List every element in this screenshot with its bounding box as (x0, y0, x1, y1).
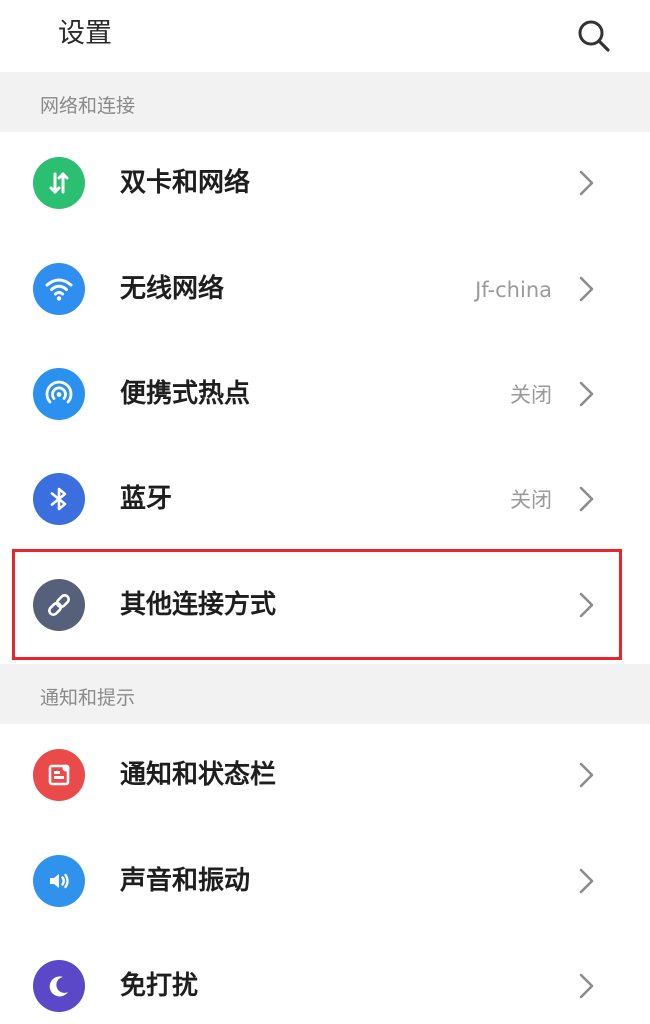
search-button[interactable] (572, 14, 616, 58)
item-label: 声音和振动 (120, 866, 251, 896)
hotspot-icon (33, 368, 85, 420)
settings-item-hotspot[interactable]: 便携式热点 关闭 (0, 343, 650, 447)
chevron-right-icon (579, 973, 594, 999)
wifi-icon (33, 263, 85, 315)
sound-icon (33, 855, 85, 907)
section-title: 通知和提示 (40, 687, 136, 709)
section-header-notifications: 通知和提示 (0, 664, 650, 724)
settings-item-wifi[interactable]: 无线网络 Jf-china (0, 238, 650, 342)
search-icon (578, 20, 610, 52)
settings-item-dual-sim[interactable]: 双卡和网络 (0, 132, 650, 236)
item-value: 关闭 (510, 383, 552, 407)
item-label: 蓝牙 (120, 484, 173, 514)
link-icon (33, 579, 85, 631)
item-label: 双卡和网络 (120, 168, 251, 198)
settings-item-sound-vibration[interactable]: 声音和振动 (0, 830, 650, 934)
settings-item-do-not-disturb[interactable]: 免打扰 (0, 935, 650, 1024)
section-header-network: 网络和连接 (0, 72, 650, 132)
item-value: 关闭 (510, 488, 552, 512)
chevron-right-icon (579, 170, 594, 196)
chevron-right-icon (579, 276, 594, 302)
settings-item-notifications[interactable]: 通知和状态栏 (0, 724, 650, 828)
settings-screen: 设置 网络和连接 双卡和网络 无线网络 Jf-china 便携式热点 关闭 蓝牙… (0, 0, 650, 1024)
chevron-right-icon (579, 381, 594, 407)
item-label: 其他连接方式 (120, 590, 277, 620)
chevron-right-icon (579, 592, 594, 618)
item-label: 无线网络 (120, 274, 225, 304)
item-label: 通知和状态栏 (120, 760, 277, 790)
top-bar: 设置 (0, 0, 650, 72)
chevron-right-icon (579, 762, 594, 788)
moon-icon (33, 960, 85, 1012)
item-label: 便携式热点 (120, 379, 251, 409)
chevron-right-icon (579, 486, 594, 512)
item-value: Jf-china (475, 278, 552, 302)
chevron-right-icon (579, 868, 594, 894)
section-title: 网络和连接 (40, 95, 136, 117)
bluetooth-icon (33, 473, 85, 525)
dual-sim-icon (33, 157, 85, 209)
settings-item-bluetooth[interactable]: 蓝牙 关闭 (0, 448, 650, 552)
page-title: 设置 (58, 18, 112, 49)
settings-item-other-connections[interactable]: 其他连接方式 (0, 554, 650, 658)
item-label: 免打扰 (120, 971, 199, 1001)
notification-icon (33, 749, 85, 801)
